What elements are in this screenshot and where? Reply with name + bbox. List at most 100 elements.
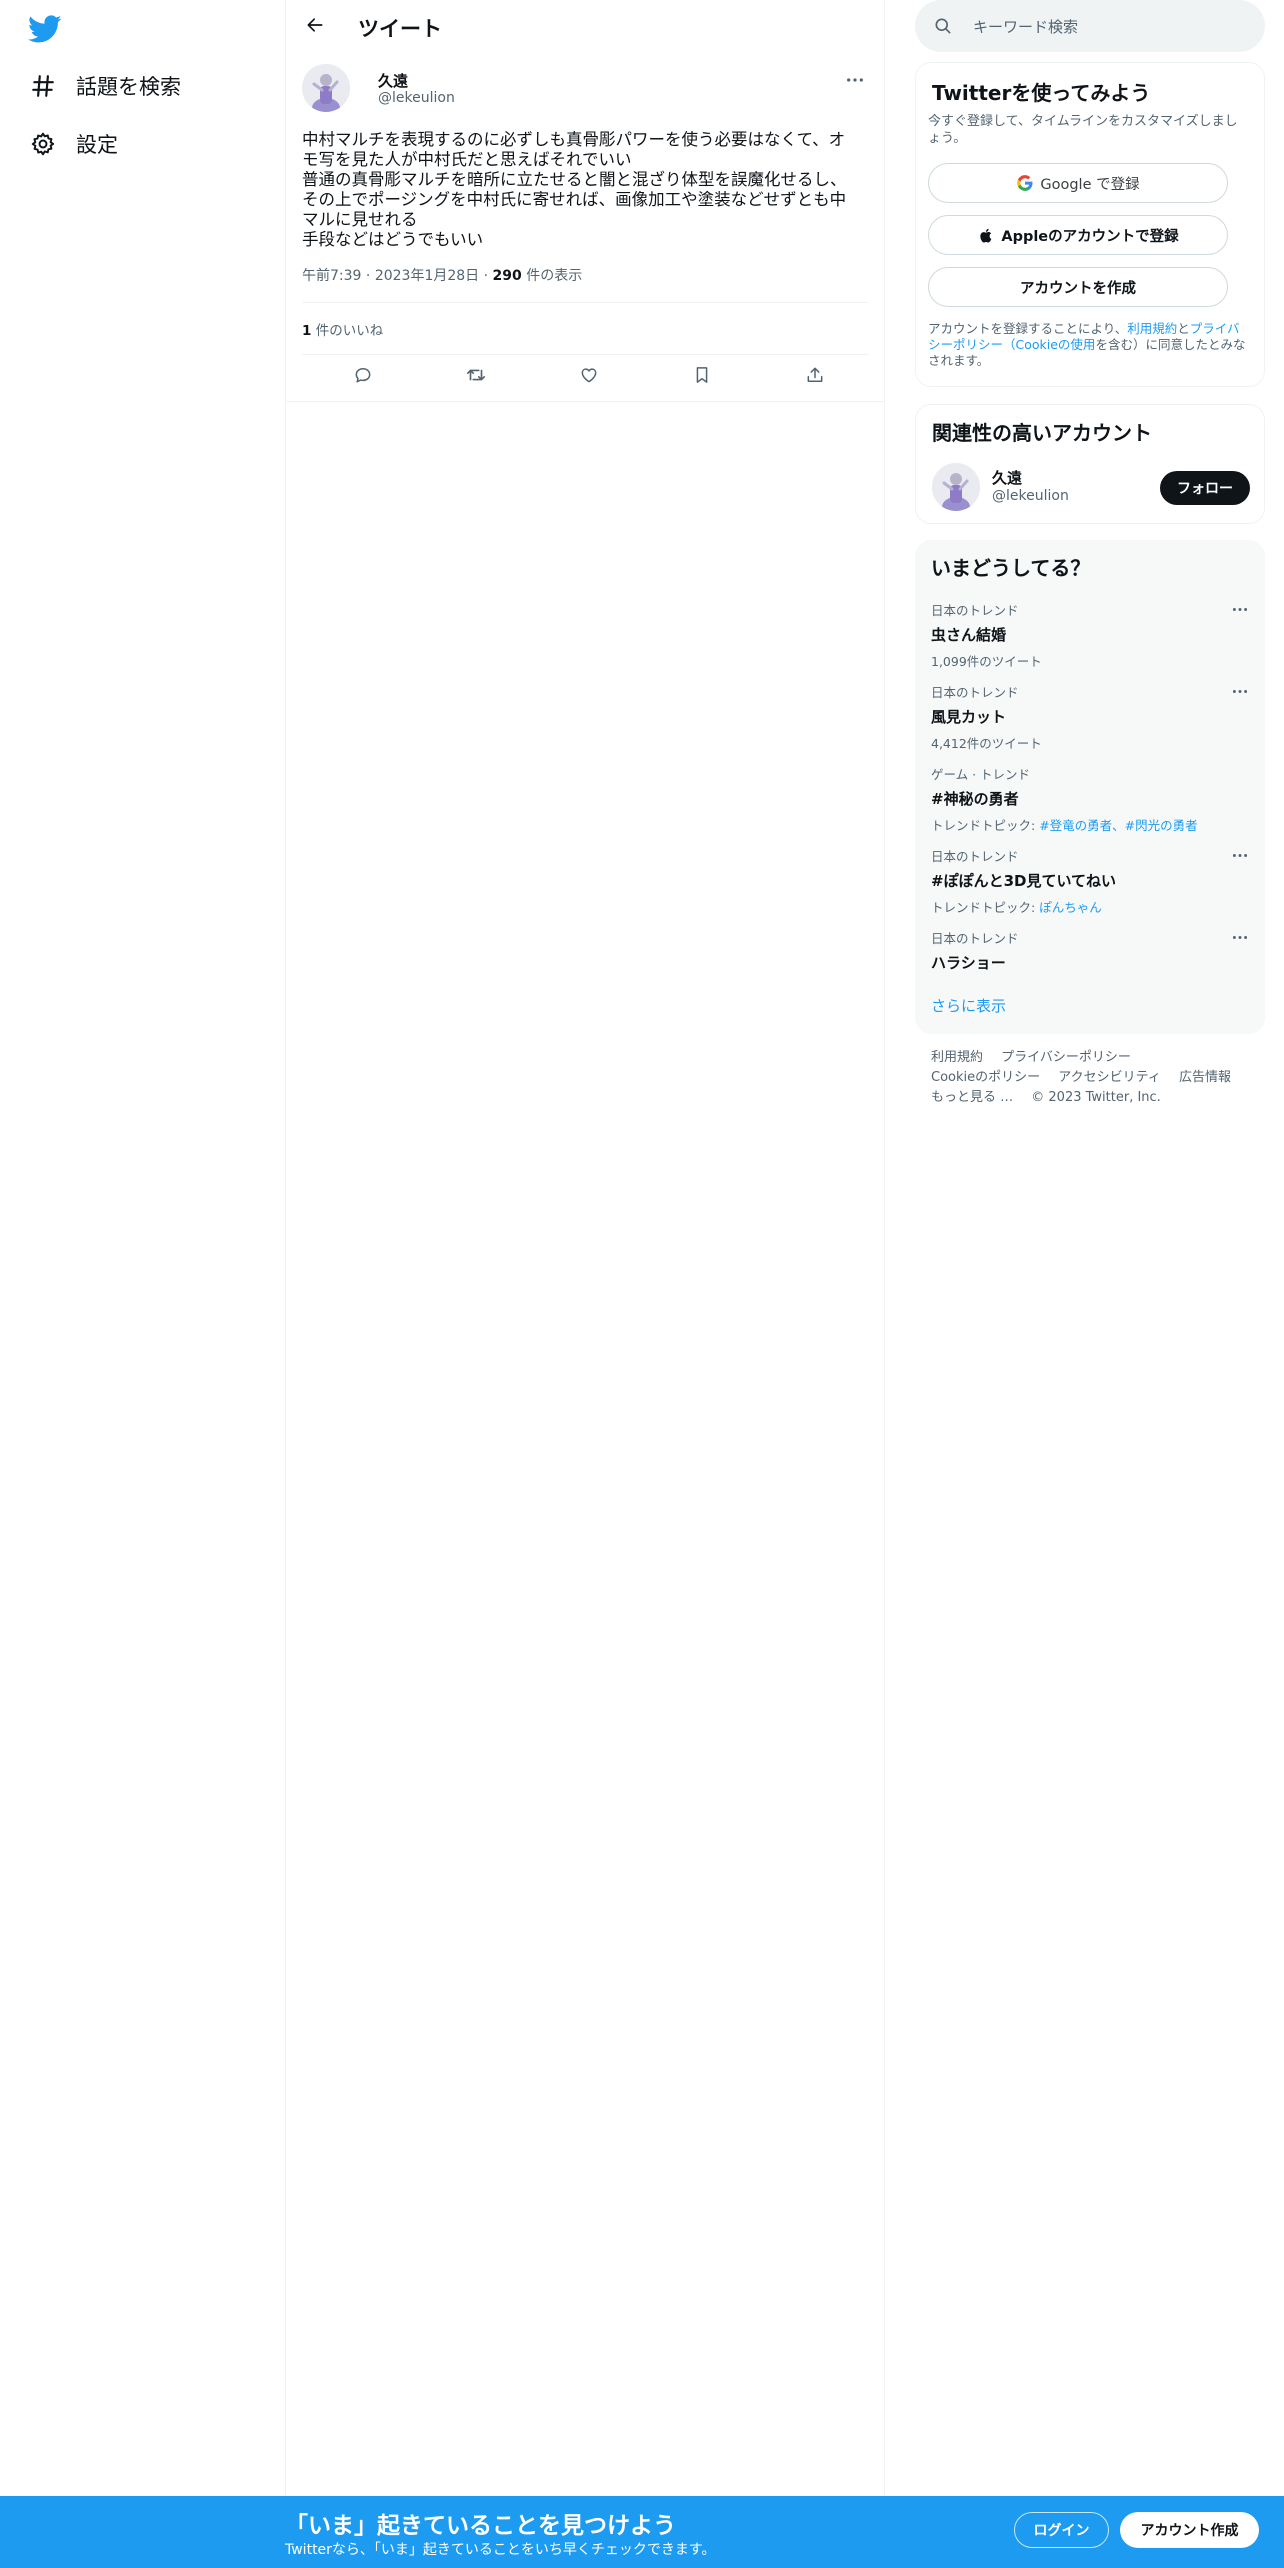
retweet-icon	[465, 364, 487, 390]
search-box[interactable]: キーワード検索	[915, 0, 1265, 52]
trend-context: 日本のトレンド	[931, 931, 1019, 946]
trend-name: #ぽぽんと3D見ていてねい	[931, 872, 1117, 890]
more-dots-icon[interactable]	[1229, 602, 1251, 616]
like-button[interactable]	[574, 362, 604, 392]
tweet-text-line: 中村マルチを表現するのに必ずしも真骨彫パワーを使う必要はなくて、オ	[302, 130, 846, 149]
arrow-left-icon	[305, 15, 325, 39]
divider	[286, 401, 884, 402]
login-button[interactable]: ログイン	[1014, 2512, 1109, 2548]
signup-button[interactable]: アカウント作成	[1120, 2512, 1259, 2548]
trend-item[interactable]: 日本のトレンド #ぽぽんと3D見ていてねい トレンドトピック: ぽんちゃん	[931, 846, 1251, 916]
divider	[302, 302, 868, 303]
trend-count: 4,412件のツイート	[931, 736, 1042, 751]
footer-link[interactable]: プライバシーポリシー	[1001, 1050, 1131, 1065]
trend-name: 虫さん結婚	[931, 626, 1007, 644]
trend-name: #神秘の勇者	[931, 790, 1019, 808]
terms-text: アカウントを登録することにより、	[928, 321, 1128, 336]
search-input[interactable]: キーワード検索	[973, 16, 1078, 37]
banner-subtitle: Twitterなら、「いま」起きていることをいち早くチェックできます。	[285, 2542, 716, 2558]
account-handle[interactable]: @lekeulion	[992, 488, 1069, 504]
like-icon	[579, 365, 599, 389]
relevant-accounts-title: 関連性の高いアカウント	[932, 421, 1152, 445]
avatar[interactable]	[932, 463, 980, 511]
tweet-text-line: マルに見せれる	[302, 210, 418, 229]
more-dots-icon[interactable]	[1229, 930, 1251, 944]
footer-more-link[interactable]: もっと見る …	[931, 1090, 1013, 1105]
signup-subtitle: 今すぐ登録して、タイムラインをカスタマイズしましょう。	[928, 114, 1238, 146]
footer: 利用規約 プライバシーポリシー Cookieのポリシー アクセシビリティ 広告情…	[931, 1048, 1261, 1108]
trend-topics-label: トレンドトピック:	[931, 818, 1040, 833]
search-icon	[933, 16, 953, 36]
header-bar: ツイート	[286, 0, 884, 54]
trend-topics: トレンドトピック: ぽんちゃん	[931, 897, 1251, 916]
divider	[302, 354, 868, 355]
apple-logo-icon	[977, 226, 995, 244]
footer-link[interactable]: Cookieのポリシー	[931, 1070, 1040, 1085]
author-handle[interactable]: @lekeulion	[378, 90, 455, 106]
tweet-time[interactable]: 午前7:39	[302, 268, 361, 284]
more-dots-icon[interactable]	[1229, 684, 1251, 698]
share-icon	[805, 365, 825, 389]
retweet-button[interactable]	[461, 362, 491, 392]
meta-separator: ·	[365, 268, 375, 284]
nav-item-label: 話題を検索	[76, 75, 181, 99]
left-navigation: 話題を検索 設定	[0, 0, 285, 2496]
relevant-accounts-card: 関連性の高いアカウント 久遠 @lekeulion フォロー	[915, 404, 1265, 524]
create-account-label: アカウントを作成	[1020, 280, 1136, 297]
views-label: 件の表示	[526, 268, 583, 284]
avatar[interactable]	[302, 64, 350, 112]
trend-topics: トレンドトピック: #登竜の勇者、#閃光の勇者	[931, 815, 1251, 834]
reply-button[interactable]	[348, 362, 378, 392]
more-button[interactable]	[842, 66, 868, 88]
trend-count: 1,099件のツイート	[931, 654, 1042, 669]
trend-topic-link[interactable]: ぽんちゃん	[1039, 900, 1102, 915]
create-account-button[interactable]: アカウントを作成	[928, 267, 1228, 307]
google-signup-label: Google で登録	[1040, 176, 1140, 193]
trend-context: 日本のトレンド	[931, 603, 1019, 618]
apple-signup-label: Appleのアカウントで登録	[1001, 228, 1179, 245]
trend-name: 風見カット	[931, 708, 1007, 726]
trend-context: ゲーム · トレンド	[931, 767, 1031, 782]
trend-item[interactable]: 日本のトレンド 風見カット 4,412件のツイート	[931, 682, 1251, 752]
trend-topic-link[interactable]: #登竜の勇者、#閃光の勇者	[1039, 818, 1197, 833]
apple-signup-button[interactable]: Appleのアカウントで登録	[928, 215, 1228, 255]
bookmark-button[interactable]	[687, 362, 717, 392]
tweet-text-line: その上でポージングを中村氏に寄せれば、画像加工や塗装などせずとも中	[302, 190, 847, 209]
footer-link[interactable]: アクセシビリティ	[1058, 1070, 1161, 1085]
gear-icon	[30, 131, 56, 157]
trend-item[interactable]: ゲーム · トレンド #神秘の勇者 トレンドトピック: #登竜の勇者、#閃光の勇…	[931, 764, 1251, 834]
tweet-text-line: モ写を見た人が中村氏だと思えばそれでいい	[302, 150, 632, 169]
reply-icon	[353, 365, 373, 389]
primary-column: ツイート 久遠 @lekeulion 中村マルチを表現するのに必ずしも真骨彫パワ…	[285, 0, 885, 2496]
trend-item[interactable]: 日本のトレンド 虫さん結婚 1,099件のツイート	[931, 600, 1251, 670]
signup-card: Twitterを使ってみよう 今すぐ登録して、タイムラインをカスタマイズしましょ…	[915, 62, 1265, 387]
trend-topics-label: トレンドトピック:	[931, 900, 1040, 915]
page-title: ツイート	[358, 17, 442, 41]
trend-item[interactable]: 日本のトレンド ハラショー	[931, 928, 1251, 973]
likes-label: 件のいいね	[315, 323, 384, 339]
terms-link[interactable]: 利用規約	[1127, 321, 1177, 336]
google-signup-button[interactable]: Google で登録	[928, 163, 1228, 203]
meta-separator: ·	[483, 268, 493, 284]
likes-summary[interactable]: 1 件のいいね	[302, 319, 383, 339]
google-logo-icon	[1016, 174, 1034, 192]
bottom-signup-banner: 「いま」起きていることを見つけよう Twitterなら、「いま」起きていることを…	[0, 2496, 1284, 2568]
nav-item-explore[interactable]: 話題を検索	[30, 68, 181, 104]
footer-link[interactable]: 広告情報	[1179, 1070, 1231, 1085]
banner-title: 「いま」起きていることを見つけよう	[285, 2513, 676, 2539]
bookmark-icon	[692, 365, 712, 389]
trend-context: 日本のトレンド	[931, 685, 1019, 700]
account-name[interactable]: 久遠	[992, 467, 1022, 488]
back-button[interactable]	[300, 12, 330, 42]
follow-button[interactable]: フォロー	[1160, 471, 1250, 505]
share-button[interactable]	[800, 362, 830, 392]
tweet-date[interactable]: 2023年1月28日	[375, 268, 479, 284]
footer-link[interactable]: 利用規約	[931, 1050, 983, 1065]
more-dots-icon[interactable]	[1229, 848, 1251, 862]
trends-card: いまどうしてる？ 日本のトレンド 虫さん結婚 1,099件のツイート 日本のトレ…	[915, 540, 1265, 1034]
show-more-link[interactable]: さらに表示	[931, 995, 1006, 1016]
trends-title: いまどうしてる？	[931, 556, 1091, 580]
nav-item-settings[interactable]: 設定	[30, 126, 118, 162]
twitter-bird-icon[interactable]	[27, 12, 62, 46]
author-name[interactable]: 久遠	[378, 70, 408, 91]
